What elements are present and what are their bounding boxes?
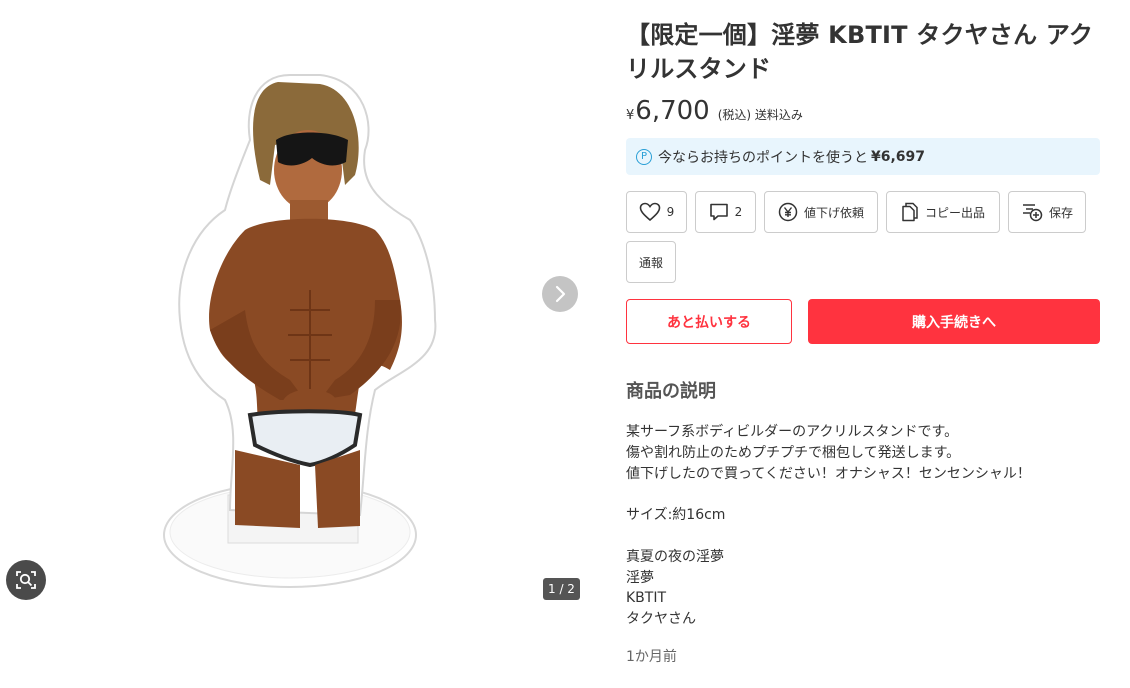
listing-timestamp: 1か月前 — [626, 648, 677, 665]
description-line: 真夏の夜の淫夢 — [626, 548, 724, 565]
description-line: 値下げしたので買ってください！オナシャス！センセンシャル！ — [626, 465, 1031, 482]
price-request-button[interactable]: 値下げ依頼 — [764, 191, 878, 233]
description-line: KBTIT — [626, 590, 667, 607]
like-button[interactable]: 9 — [626, 191, 687, 233]
save-button[interactable]: 保存 — [1008, 191, 1086, 233]
price-request-label: 値下げ依頼 — [803, 205, 864, 220]
description-line — [626, 484, 1100, 505]
copy-listing-label: コピー出品 — [924, 205, 985, 220]
comment-button[interactable]: 2 — [695, 191, 756, 233]
description-line: タクヤさん — [626, 611, 696, 628]
price-row: ¥ 6,700 (税込) 送料込み — [626, 96, 1100, 126]
image-search-icon — [16, 571, 36, 589]
purchase-button[interactable]: 購入手続きへ — [808, 299, 1100, 344]
points-value: ¥6,697 — [871, 148, 926, 165]
description-line: 傷や割れ防止のためプチプチで梱包して発送します。 — [626, 444, 961, 461]
yen-icon — [778, 202, 798, 222]
page-indicator: 1 / 2 — [543, 578, 580, 600]
chevron-right-icon — [555, 285, 566, 303]
report-label: 通報 — [638, 255, 663, 270]
description-line: サイズ:約16cm — [626, 507, 726, 524]
save-list-icon — [1022, 204, 1043, 222]
heart-icon — [639, 202, 660, 222]
image-search-button[interactable] — [6, 560, 46, 600]
currency-symbol: ¥ — [626, 108, 635, 123]
product-title: 【限定一個】淫夢 KBTIT タクヤさん アクリルスタンド — [626, 21, 1094, 83]
product-info: 【限定一個】淫夢 KBTIT タクヤさん アクリルスタンド ¥ 6,700 (税… — [626, 18, 1100, 666]
image-gallery: 1 / 2 — [0, 0, 600, 688]
points-text: 今ならお持ちのポイントを使うと — [658, 149, 868, 166]
purchase-buttons: あと払いする 購入手続きへ — [626, 299, 1100, 344]
description-line: 某サーフ系ボディビルダーのアクリルスタンドです。 — [626, 424, 959, 440]
next-image-button[interactable] — [542, 276, 578, 312]
comment-count: 2 — [734, 205, 743, 219]
description-line: 淫夢 — [626, 569, 654, 586]
description-line — [626, 526, 1100, 547]
points-icon: P — [636, 148, 652, 165]
copy-listing-button[interactable]: コピー出品 — [886, 191, 1000, 233]
price-note: (税込) 送料込み — [717, 108, 803, 122]
price-value: 6,700 — [635, 96, 710, 126]
copy-document-icon — [902, 202, 918, 222]
description-heading: 商品の説明 — [626, 381, 716, 402]
save-label: 保存 — [1048, 205, 1073, 220]
report-button[interactable]: 通報 — [626, 241, 676, 283]
action-buttons: 9 2 値下げ依頼 コピー出品 保存 通報 — [626, 191, 1100, 283]
comment-icon — [709, 203, 728, 221]
product-image[interactable] — [150, 70, 450, 600]
like-count: 9 — [666, 205, 675, 219]
points-banner: P 今ならお持ちのポイントを使うと ¥6,697 — [626, 138, 1100, 175]
pay-later-button[interactable]: あと払いする — [626, 299, 792, 344]
description-body: 某サーフ系ボディビルダーのアクリルスタンドです。 傷や割れ防止のためプチプチで梱… — [626, 422, 1100, 630]
